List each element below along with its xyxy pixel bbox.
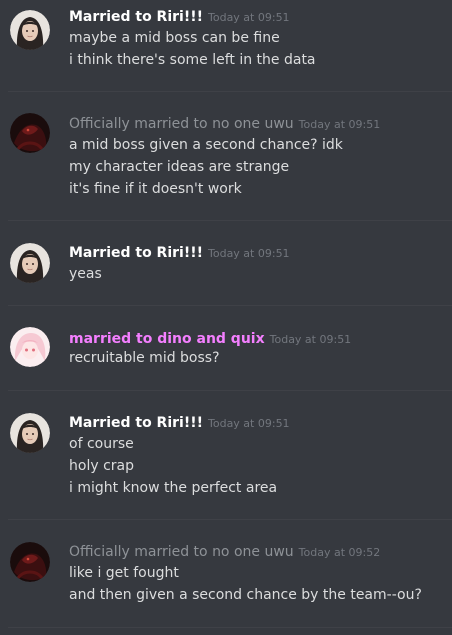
message-text: and then given a second chance by the te… [69,587,422,603]
message-text: yeas [69,266,102,282]
username[interactable]: married to dino and quix [69,331,265,347]
dark-red-figure-avatar[interactable] [10,113,50,153]
message-divider [8,220,452,221]
timestamp: Today at 09:51 [208,11,290,24]
message-text: recruitable mid boss? [69,350,220,366]
message-text: i think there's some left in the data [69,52,316,68]
girl-portrait-avatar[interactable] [10,243,50,283]
username[interactable]: Married to Riri!!! [69,245,203,261]
message-text: maybe a mid boss can be fine [69,30,280,46]
message-text: a mid boss given a second chance? idk [69,137,343,153]
timestamp: Today at 09:51 [208,417,290,430]
message-text: of course [69,436,134,452]
timestamp: Today at 09:52 [298,546,381,559]
message-header: Officially married to no one uwu Today at… [69,542,380,562]
message-divider [8,305,452,306]
message-text: like i get fought [69,565,179,581]
message-body: of course holy crap i might know the per… [69,433,449,499]
message-body: maybe a mid boss can be fine i think the… [69,27,449,71]
chat-message-list: Married to Riri!!! Today at 09:51 maybe a… [0,0,452,635]
girl-portrait-avatar[interactable] [10,413,50,453]
timestamp: Today at 09:51 [269,333,352,346]
avatar-image [10,542,50,582]
message-text: it's fine if it doesn't work [69,181,242,197]
message-text: i might know the perfect area [69,480,278,496]
dark-red-figure-avatar[interactable] [10,542,50,582]
username[interactable]: Officially married to no one uwu [69,116,294,132]
avatar-image [10,327,50,367]
timestamp: Today at 09:51 [208,247,290,260]
avatar-image [10,113,50,153]
message-header: married to dino and quix Today at 09:51 [69,329,351,349]
message-header: Married to Riri!!! Today at 09:51 [69,243,290,263]
avatar-image [10,243,50,283]
username[interactable]: Officially married to no one uwu [69,544,294,560]
username[interactable]: Married to Riri!!! [69,9,203,25]
message-text: my character ideas are strange [69,159,290,175]
message-body: like i get fought and then given a secon… [69,562,449,606]
message-body: a mid boss given a second chance? idk my… [69,134,449,200]
message-header: Married to Riri!!! Today at 09:51 [69,7,290,27]
message-text: holy crap [69,458,134,474]
girl-portrait-avatar[interactable] [10,10,50,50]
message-body: yeas [69,263,449,285]
message-body: recruitable mid boss? [69,347,449,369]
username[interactable]: Married to Riri!!! [69,415,203,431]
message-header: Officially married to no one uwu Today at… [69,114,380,134]
message-divider [8,390,452,391]
message-divider [8,91,452,92]
avatar-image [10,413,50,453]
message-divider [8,519,452,520]
message-header: Married to Riri!!! Today at 09:51 [69,413,290,433]
avatar-image [10,10,50,50]
message-divider [8,627,452,628]
timestamp: Today at 09:51 [298,118,381,131]
pink-anime-avatar[interactable] [10,327,50,367]
